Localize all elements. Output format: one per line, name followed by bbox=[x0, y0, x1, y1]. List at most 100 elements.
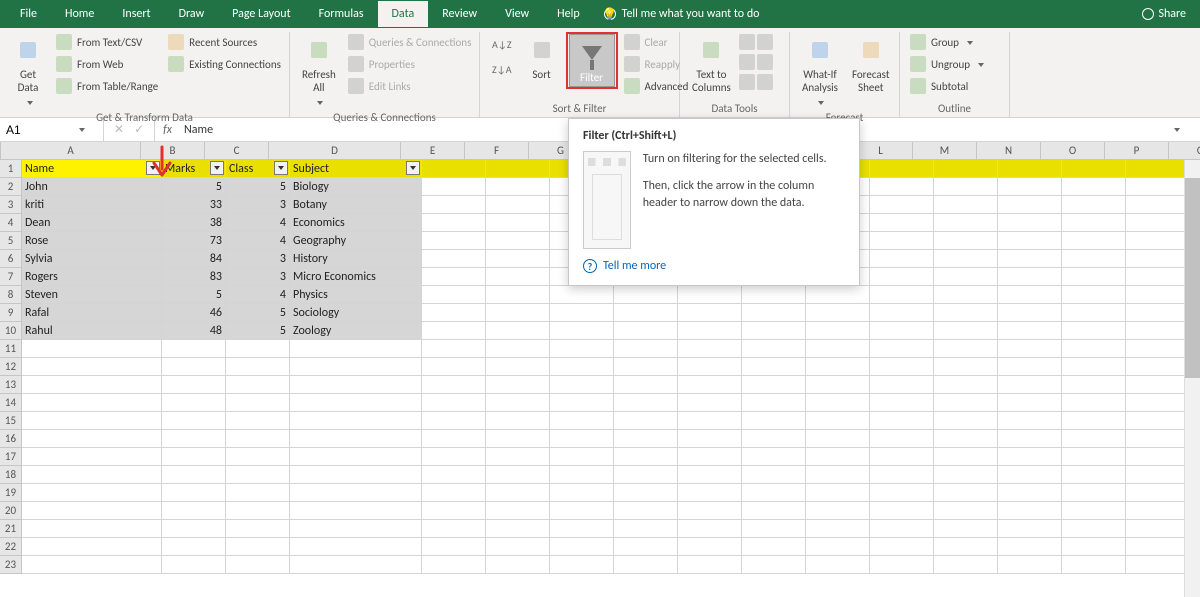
cell-H19[interactable] bbox=[614, 484, 678, 502]
cell-B6[interactable]: 84 bbox=[162, 250, 226, 268]
cell-F18[interactable] bbox=[486, 466, 550, 484]
cell-O10[interactable] bbox=[1062, 322, 1126, 340]
cell-N14[interactable] bbox=[998, 394, 1062, 412]
cell-A6[interactable]: Sylvia bbox=[22, 250, 162, 268]
row-header-15[interactable]: 15 bbox=[0, 412, 22, 430]
cell-F21[interactable] bbox=[486, 520, 550, 538]
col-header-B[interactable]: B bbox=[141, 142, 205, 159]
cell-B20[interactable] bbox=[162, 502, 226, 520]
row-header-8[interactable]: 8 bbox=[0, 286, 22, 304]
cell-G18[interactable] bbox=[550, 466, 614, 484]
subtotal-button[interactable]: Subtotal bbox=[906, 76, 988, 96]
cell-N19[interactable] bbox=[998, 484, 1062, 502]
cell-P12[interactable] bbox=[1126, 358, 1190, 376]
cell-F13[interactable] bbox=[486, 376, 550, 394]
cell-H23[interactable] bbox=[614, 556, 678, 574]
cell-I18[interactable] bbox=[678, 466, 742, 484]
cell-N9[interactable] bbox=[998, 304, 1062, 322]
cell-B12[interactable] bbox=[162, 358, 226, 376]
cell-K12[interactable] bbox=[806, 358, 870, 376]
cell-M9[interactable] bbox=[934, 304, 998, 322]
cell-O1[interactable] bbox=[1062, 160, 1126, 178]
cell-N2[interactable] bbox=[998, 178, 1062, 196]
cell-A8[interactable]: Steven bbox=[22, 286, 162, 304]
cell-O14[interactable] bbox=[1062, 394, 1126, 412]
cell-M10[interactable] bbox=[934, 322, 998, 340]
cell-J17[interactable] bbox=[742, 448, 806, 466]
cell-G8[interactable] bbox=[550, 286, 614, 304]
cell-H18[interactable] bbox=[614, 466, 678, 484]
cell-M12[interactable] bbox=[934, 358, 998, 376]
scrollbar-thumb[interactable] bbox=[1185, 178, 1200, 378]
cell-F20[interactable] bbox=[486, 502, 550, 520]
consolidate-icon[interactable] bbox=[757, 34, 773, 50]
cell-M2[interactable] bbox=[934, 178, 998, 196]
cell-B19[interactable] bbox=[162, 484, 226, 502]
cell-E18[interactable] bbox=[422, 466, 486, 484]
cell-E17[interactable] bbox=[422, 448, 486, 466]
cell-C13[interactable] bbox=[226, 376, 290, 394]
cell-P16[interactable] bbox=[1126, 430, 1190, 448]
cell-D3[interactable]: Botany bbox=[290, 196, 422, 214]
cell-M13[interactable] bbox=[934, 376, 998, 394]
cell-D10[interactable]: Zoology bbox=[290, 322, 422, 340]
cell-B1[interactable]: Marks bbox=[162, 160, 226, 178]
cell-O21[interactable] bbox=[1062, 520, 1126, 538]
col-header-D[interactable]: D bbox=[269, 142, 401, 159]
cell-D12[interactable] bbox=[290, 358, 422, 376]
cell-B10[interactable]: 48 bbox=[162, 322, 226, 340]
cell-M14[interactable] bbox=[934, 394, 998, 412]
cell-C21[interactable] bbox=[226, 520, 290, 538]
col-header-P[interactable]: P bbox=[1105, 142, 1169, 159]
cell-M5[interactable] bbox=[934, 232, 998, 250]
col-header-F[interactable]: F bbox=[465, 142, 529, 159]
cell-I17[interactable] bbox=[678, 448, 742, 466]
cell-J16[interactable] bbox=[742, 430, 806, 448]
cell-A14[interactable] bbox=[22, 394, 162, 412]
cell-D23[interactable] bbox=[290, 556, 422, 574]
cell-L23[interactable] bbox=[870, 556, 934, 574]
cell-P10[interactable] bbox=[1126, 322, 1190, 340]
cell-H21[interactable] bbox=[614, 520, 678, 538]
cell-H12[interactable] bbox=[614, 358, 678, 376]
cell-E5[interactable] bbox=[422, 232, 486, 250]
cell-F10[interactable] bbox=[486, 322, 550, 340]
cell-B14[interactable] bbox=[162, 394, 226, 412]
cell-A13[interactable] bbox=[22, 376, 162, 394]
from-table-range-button[interactable]: From Table/Range bbox=[52, 76, 162, 96]
cell-C3[interactable]: 3 bbox=[226, 196, 290, 214]
cell-O7[interactable] bbox=[1062, 268, 1126, 286]
tab-view[interactable]: View bbox=[491, 1, 543, 27]
cell-C17[interactable] bbox=[226, 448, 290, 466]
row-header-13[interactable]: 13 bbox=[0, 376, 22, 394]
cell-N6[interactable] bbox=[998, 250, 1062, 268]
col-header-A[interactable]: A bbox=[1, 142, 141, 159]
cell-L1[interactable] bbox=[870, 160, 934, 178]
cell-A18[interactable] bbox=[22, 466, 162, 484]
cell-C11[interactable] bbox=[226, 340, 290, 358]
tab-review[interactable]: Review bbox=[428, 1, 491, 27]
forecast-sheet-button[interactable]: Forecast Sheet bbox=[846, 32, 896, 96]
cell-A1[interactable]: Name bbox=[22, 160, 162, 178]
cell-F4[interactable] bbox=[486, 214, 550, 232]
cell-H11[interactable] bbox=[614, 340, 678, 358]
cell-I21[interactable] bbox=[678, 520, 742, 538]
cell-N12[interactable] bbox=[998, 358, 1062, 376]
cell-A3[interactable]: kriti bbox=[22, 196, 162, 214]
cell-F5[interactable] bbox=[486, 232, 550, 250]
cell-O18[interactable] bbox=[1062, 466, 1126, 484]
what-if-button[interactable]: What-If Analysis bbox=[796, 32, 844, 111]
cell-M7[interactable] bbox=[934, 268, 998, 286]
cell-L19[interactable] bbox=[870, 484, 934, 502]
from-web-button[interactable]: From Web bbox=[52, 54, 162, 74]
tell-me-search[interactable]: 💡 Tell me what you want to do bbox=[604, 7, 760, 21]
cell-A15[interactable] bbox=[22, 412, 162, 430]
row-header-19[interactable]: 19 bbox=[0, 484, 22, 502]
cell-H17[interactable] bbox=[614, 448, 678, 466]
cell-P6[interactable] bbox=[1126, 250, 1190, 268]
cell-D16[interactable] bbox=[290, 430, 422, 448]
cell-B3[interactable]: 33 bbox=[162, 196, 226, 214]
cell-P22[interactable] bbox=[1126, 538, 1190, 556]
cell-P8[interactable] bbox=[1126, 286, 1190, 304]
cell-G23[interactable] bbox=[550, 556, 614, 574]
